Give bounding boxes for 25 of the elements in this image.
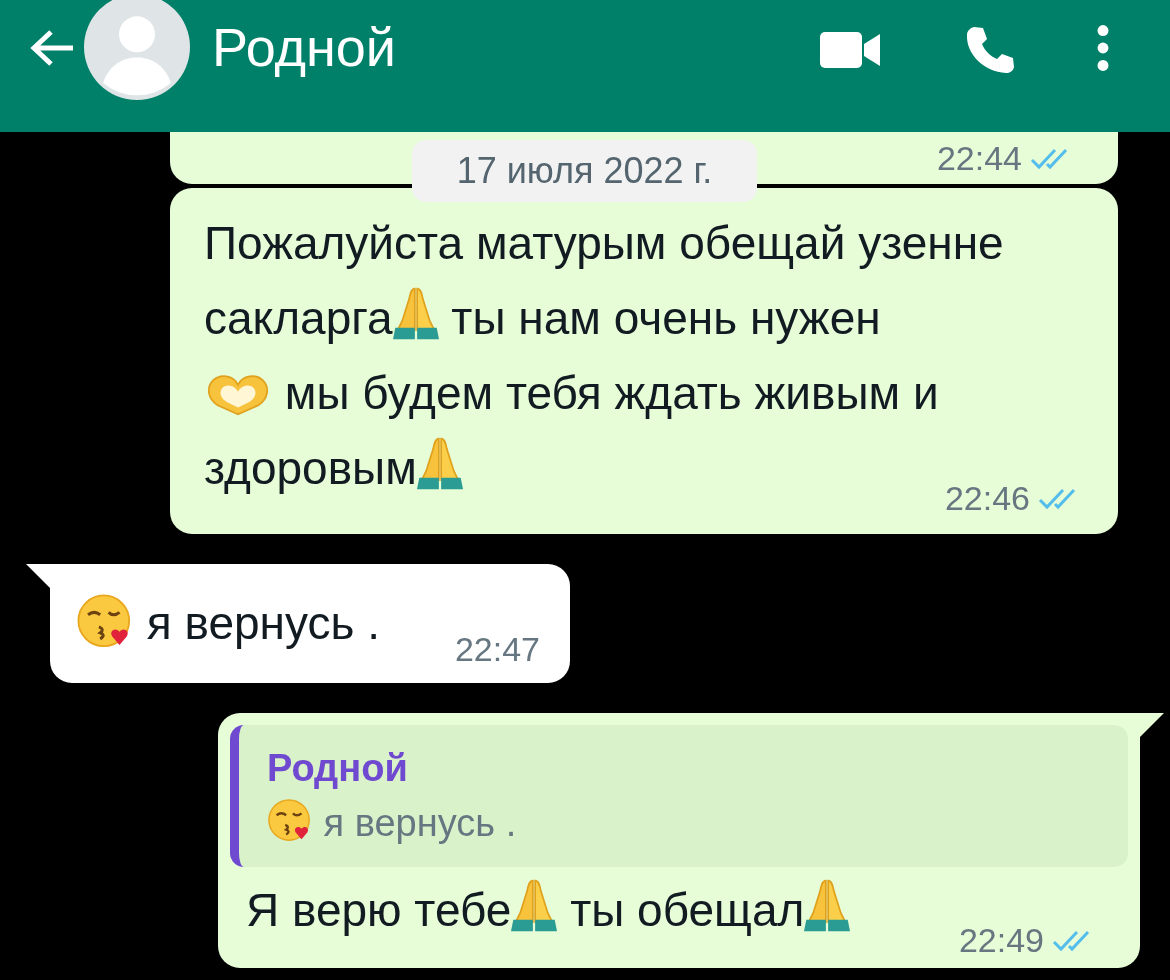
kissing-face-icon: [267, 798, 313, 844]
video-call-icon[interactable]: [820, 30, 882, 70]
contact-name[interactable]: Родной: [212, 16, 397, 78]
message-time: 22:47: [454, 630, 540, 669]
phone-icon[interactable]: [964, 24, 1014, 74]
message-text: сакларга: [204, 292, 393, 344]
praying-hands-icon: [416, 436, 463, 492]
message-time: 22:49: [958, 921, 1044, 960]
message-text: здоровым: [204, 442, 417, 494]
message-text: я вернусь .: [322, 802, 517, 844]
message-text: ты обещал: [569, 884, 805, 936]
message-text: ты нам очень нужен: [450, 292, 881, 344]
menu-icon[interactable]: [1096, 24, 1110, 72]
message-text: я вернусь .: [145, 597, 380, 649]
date-separator: 17 июля 2022 г.: [412, 140, 757, 202]
message-text: Я верю тебе: [246, 884, 512, 936]
avatar-icon[interactable]: [84, 0, 190, 100]
praying-hands-icon: [511, 878, 558, 934]
message-time: 22:44: [936, 139, 1022, 178]
quote-author: Родной: [267, 747, 409, 790]
message-time: 22:46: [944, 479, 1030, 518]
message-text: Пожалуйста матурым обещай узенне: [204, 217, 1004, 269]
message-text: мы будем тебя ждать живым и: [283, 367, 939, 419]
praying-hands-icon: [804, 878, 851, 934]
praying-hands-icon: [392, 286, 439, 342]
